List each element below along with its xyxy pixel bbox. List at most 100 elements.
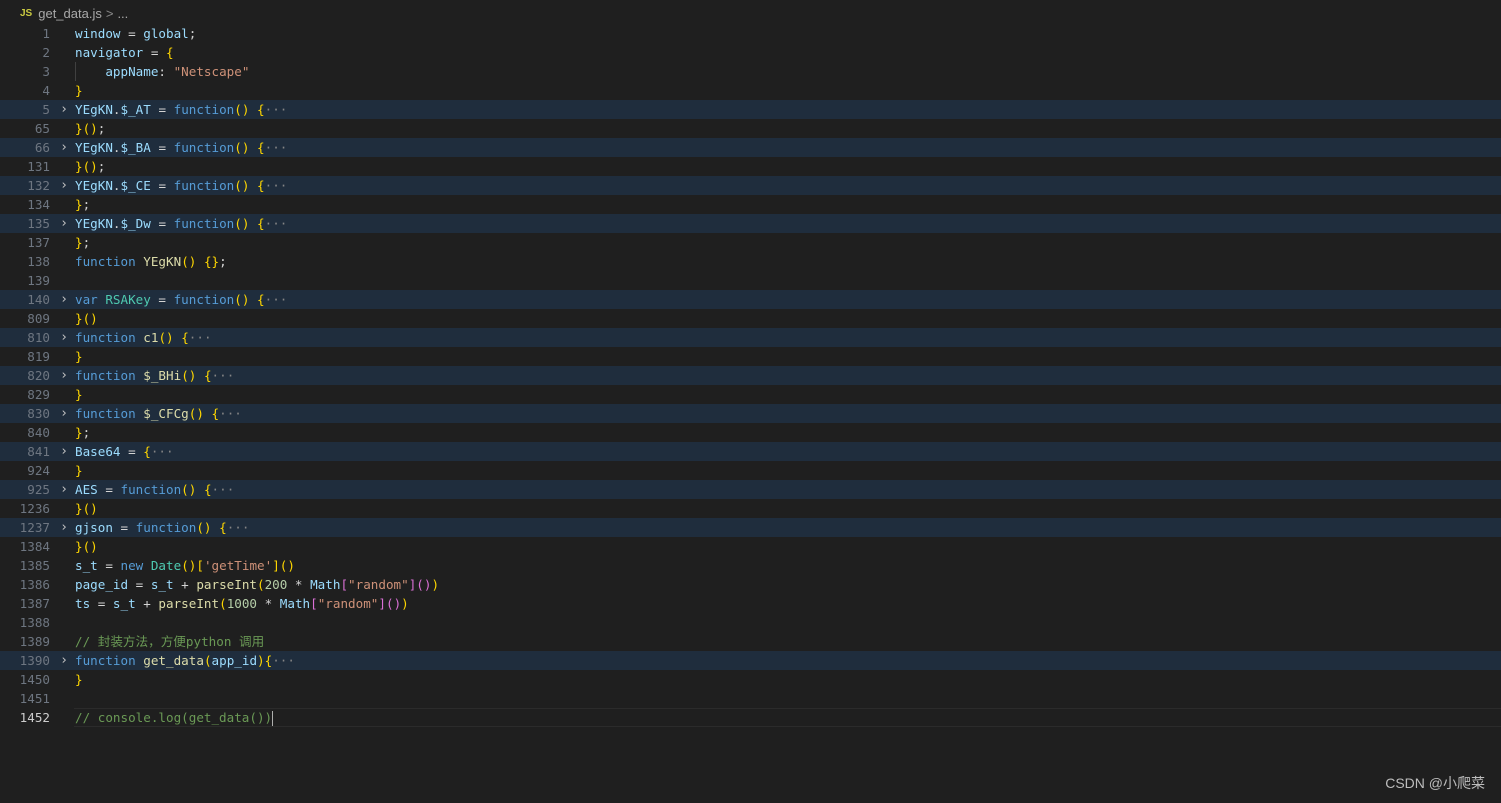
code-line[interactable]: 925 › AES = function() {··· xyxy=(0,480,1501,499)
folded-ellipsis[interactable]: ··· xyxy=(212,482,235,497)
code-line[interactable]: 830 › function $_CFCg() {··· xyxy=(0,404,1501,423)
code-line-current[interactable]: 1452 // console.log(get_data()) xyxy=(0,708,1501,727)
folded-ellipsis[interactable]: ··· xyxy=(151,444,174,459)
breadcrumb-filename[interactable]: get_data.js xyxy=(38,6,102,21)
fold-chevron-icon[interactable]: › xyxy=(57,518,71,537)
code-token: . xyxy=(112,178,121,193)
code-text[interactable]: } xyxy=(75,347,83,366)
folded-ellipsis[interactable]: ··· xyxy=(227,520,250,535)
code-line[interactable]: 1389 // 封装方法，方便python 调用 xyxy=(0,632,1501,651)
folded-ellipsis[interactable]: ··· xyxy=(189,330,212,345)
code-line[interactable]: 1388 xyxy=(0,613,1501,632)
code-text[interactable]: }() xyxy=(75,499,98,518)
code-text[interactable]: } xyxy=(75,670,83,689)
fold-chevron-icon[interactable]: › xyxy=(57,442,71,461)
code-line[interactable]: 131}(); xyxy=(0,157,1501,176)
code-line[interactable]: 132 › YEgKN.$_CE = function() {··· xyxy=(0,176,1501,195)
code-text[interactable]: window = global; xyxy=(75,24,196,43)
code-line[interactable]: 1385 s_t = new Date()['getTime']() xyxy=(0,556,1501,575)
code-line[interactable]: 2 navigator = { xyxy=(0,43,1501,62)
code-text[interactable]: }; xyxy=(75,423,90,442)
code-line[interactable]: 809}() xyxy=(0,309,1501,328)
code-line[interactable]: 840}; xyxy=(0,423,1501,442)
code-editor[interactable]: 1 window = global; 2 navigator = {3 appName… xyxy=(0,24,1501,727)
code-text[interactable]: ts = s_t + parseInt(1000 * Math["random"… xyxy=(75,594,409,613)
code-line[interactable]: 841 › Base64 = {··· xyxy=(0,442,1501,461)
code-text[interactable]: function get_data(app_id){··· xyxy=(75,651,295,670)
code-text[interactable]: // 封装方法，方便python 调用 xyxy=(75,632,264,651)
code-text[interactable]: appName: "Netscape" xyxy=(75,62,249,81)
fold-chevron-icon[interactable]: › xyxy=(57,138,71,157)
code-line[interactable]: 1450} xyxy=(0,670,1501,689)
code-line[interactable]: 3 appName: "Netscape" xyxy=(0,62,1501,81)
code-line[interactable]: 924} xyxy=(0,461,1501,480)
code-text[interactable]: } xyxy=(75,81,83,100)
code-text[interactable]: YEgKN.$_BA = function() {··· xyxy=(75,138,287,157)
fold-chevron-icon[interactable]: › xyxy=(57,214,71,233)
folded-ellipsis[interactable]: ··· xyxy=(272,653,295,668)
code-line[interactable]: 1384}() xyxy=(0,537,1501,556)
code-text[interactable]: }() xyxy=(75,537,98,556)
code-text[interactable]: page_id = s_t + parseInt(200 * Math["ran… xyxy=(75,575,439,594)
code-text[interactable]: AES = function() {··· xyxy=(75,480,234,499)
code-line[interactable]: 1390 › function get_data(app_id){··· xyxy=(0,651,1501,670)
fold-chevron-icon[interactable]: › xyxy=(57,651,71,670)
fold-chevron-icon[interactable]: › xyxy=(57,176,71,195)
code-text[interactable]: function YEgKN() {}; xyxy=(75,252,227,271)
code-line[interactable]: 138 function YEgKN() {}; xyxy=(0,252,1501,271)
code-line[interactable]: 1237 › gjson = function() {··· xyxy=(0,518,1501,537)
code-line[interactable]: 4} xyxy=(0,81,1501,100)
code-text[interactable]: YEgKN.$_AT = function() {··· xyxy=(75,100,287,119)
code-line[interactable]: 65}(); xyxy=(0,119,1501,138)
code-line[interactable]: 140 › var RSAKey = function() {··· xyxy=(0,290,1501,309)
fold-chevron-icon[interactable]: › xyxy=(57,480,71,499)
code-text[interactable]: var RSAKey = function() {··· xyxy=(75,290,287,309)
code-text[interactable]: } xyxy=(75,385,83,404)
fold-chevron-icon[interactable]: › xyxy=(57,404,71,423)
code-text[interactable]: YEgKN.$_CE = function() {··· xyxy=(75,176,287,195)
breadcrumb-file[interactable]: JS get_data.js > ... xyxy=(0,0,137,26)
code-text[interactable]: s_t = new Date()['getTime']() xyxy=(75,556,295,575)
breadcrumb-more[interactable]: ... xyxy=(117,6,128,21)
code-line[interactable]: 66 › YEgKN.$_BA = function() {··· xyxy=(0,138,1501,157)
code-text[interactable]: }; xyxy=(75,233,90,252)
folded-ellipsis[interactable]: ··· xyxy=(265,292,288,307)
fold-chevron-icon[interactable]: › xyxy=(57,100,71,119)
code-line[interactable]: 135 › YEgKN.$_Dw = function() {··· xyxy=(0,214,1501,233)
code-line[interactable]: 5 › YEgKN.$_AT = function() {··· xyxy=(0,100,1501,119)
code-line[interactable]: 1451 xyxy=(0,689,1501,708)
code-line[interactable]: 1236}() xyxy=(0,499,1501,518)
code-text[interactable]: navigator = { xyxy=(75,43,174,62)
code-text[interactable]: }(); xyxy=(75,119,105,138)
code-text[interactable]: function $_CFCg() {··· xyxy=(75,404,242,423)
folded-ellipsis[interactable]: ··· xyxy=(265,102,288,117)
code-line[interactable]: 820 › function $_BHi() {··· xyxy=(0,366,1501,385)
code-text[interactable]: gjson = function() {··· xyxy=(75,518,249,537)
code-text[interactable]: }(); xyxy=(75,157,105,176)
fold-chevron-icon[interactable]: › xyxy=(57,366,71,385)
code-line[interactable]: 1387 ts = s_t + parseInt(1000 * Math["ran… xyxy=(0,594,1501,613)
code-line[interactable]: 1386 page_id = s_t + parseInt(200 * Math[… xyxy=(0,575,1501,594)
folded-ellipsis[interactable]: ··· xyxy=(219,406,242,421)
code-line[interactable]: 810 › function c1() {··· xyxy=(0,328,1501,347)
code-line[interactable]: 829} xyxy=(0,385,1501,404)
code-line[interactable]: 137}; xyxy=(0,233,1501,252)
code-line[interactable]: 1 window = global; xyxy=(0,24,1501,43)
folded-ellipsis[interactable]: ··· xyxy=(265,216,288,231)
code-text[interactable]: function $_BHi() {··· xyxy=(75,366,234,385)
fold-chevron-icon[interactable]: › xyxy=(57,290,71,309)
fold-chevron-icon[interactable]: › xyxy=(57,328,71,347)
folded-ellipsis[interactable]: ··· xyxy=(212,368,235,383)
code-text[interactable]: // console.log(get_data()) xyxy=(75,708,274,727)
code-line[interactable]: 819} xyxy=(0,347,1501,366)
code-text[interactable]: Base64 = {··· xyxy=(75,442,174,461)
code-text[interactable]: }() xyxy=(75,309,98,328)
code-line[interactable]: 134}; xyxy=(0,195,1501,214)
folded-ellipsis[interactable]: ··· xyxy=(265,178,288,193)
code-line[interactable]: 139 xyxy=(0,271,1501,290)
code-text[interactable]: }; xyxy=(75,195,90,214)
code-text[interactable]: YEgKN.$_Dw = function() {··· xyxy=(75,214,287,233)
code-text[interactable]: } xyxy=(75,461,83,480)
code-text[interactable]: function c1() {··· xyxy=(75,328,212,347)
folded-ellipsis[interactable]: ··· xyxy=(265,140,288,155)
